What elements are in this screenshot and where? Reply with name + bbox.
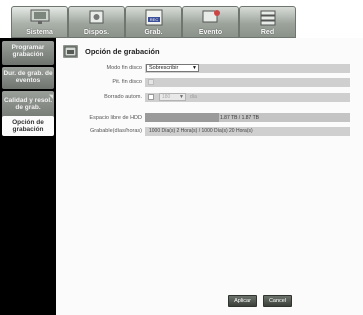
monitor-icon (30, 9, 49, 24)
apply-button[interactable]: Aplicar (228, 295, 257, 307)
borrado-autom-checkbox[interactable] (148, 94, 154, 100)
select-value: 180 (162, 94, 171, 100)
hdd-usage-fill (145, 113, 219, 122)
page-title: Opción de grabación (85, 47, 160, 56)
pit-fin-disco-label: Pit. fin disco (112, 79, 142, 85)
sidebar: Programar grabación Dur. de grab. de eve… (0, 38, 56, 315)
main-panel: Opción de grabación Modo fin disco Sobre… (56, 38, 363, 315)
hdd-space-label: Espacio libre de HDD (89, 115, 142, 121)
sidebar-item-label: Opción de grabación (12, 119, 44, 133)
recordable-value: 1000 Día(s) 2 Hora(s) / 1000 Día(s) 20 H… (149, 128, 253, 134)
event-icon (202, 10, 220, 23)
sidebar-item-opcion-grabacion[interactable]: Opción de grabación (2, 116, 54, 136)
borrado-autom-label: Borrado autom. (104, 94, 142, 100)
cancel-button[interactable]: Cancel (263, 295, 292, 307)
sidebar-item-duracion-eventos[interactable]: Dur. de grab. de eventos (2, 67, 54, 89)
record-icon: REC (145, 9, 162, 26)
tab-red[interactable]: Red (239, 6, 296, 38)
network-icon (260, 10, 275, 26)
record-options-icon (63, 45, 78, 58)
row-background (145, 78, 350, 87)
select-value: Sobrescribir (149, 65, 179, 71)
sidebar-item-label: Calidad y resol. de grab. (3, 97, 53, 111)
tab-label: Grab. (144, 29, 163, 36)
sidebar-item-programar[interactable]: Programar grabación (2, 41, 54, 65)
days-unit-label: día (190, 94, 197, 100)
borrado-days-select[interactable]: 180 ▼ (159, 93, 186, 101)
tab-sistema[interactable]: Sistema (11, 6, 68, 38)
tab-label: Evento (198, 29, 223, 36)
svg-text:REC: REC (149, 17, 158, 22)
modo-fin-disco-select[interactable]: Sobrescribir ▼ (146, 64, 199, 72)
top-menu-bar: Sistema Dispos. REC Grab. Evento Red (0, 0, 363, 38)
sidebar-item-label: Programar grabación (11, 44, 45, 58)
tab-label: Dispos. (83, 29, 110, 36)
tab-dispositivos[interactable]: Dispos. (68, 6, 125, 38)
app-window: Sistema Dispos. REC Grab. Evento Red Pro… (0, 0, 363, 315)
arrow-icon: ◥ (49, 94, 53, 100)
devices-icon (89, 10, 103, 24)
chevron-down-icon: ▼ (192, 65, 197, 71)
recordable-label: Grabable(días/horas) (90, 128, 142, 134)
sidebar-item-label: Dur. de grab. de eventos (3, 70, 53, 84)
hdd-space-value: 1.87 TB / 1.87 TB (220, 115, 260, 121)
pit-fin-disco-checkbox[interactable] (148, 79, 154, 85)
tab-evento[interactable]: Evento (182, 6, 239, 38)
tab-grabacion[interactable]: REC Grab. (125, 6, 182, 38)
modo-fin-disco-label: Modo fin disco (106, 65, 142, 71)
chevron-down-icon: ▼ (179, 94, 184, 100)
tab-label: Red (260, 29, 275, 36)
tab-label: Sistema (26, 29, 53, 36)
